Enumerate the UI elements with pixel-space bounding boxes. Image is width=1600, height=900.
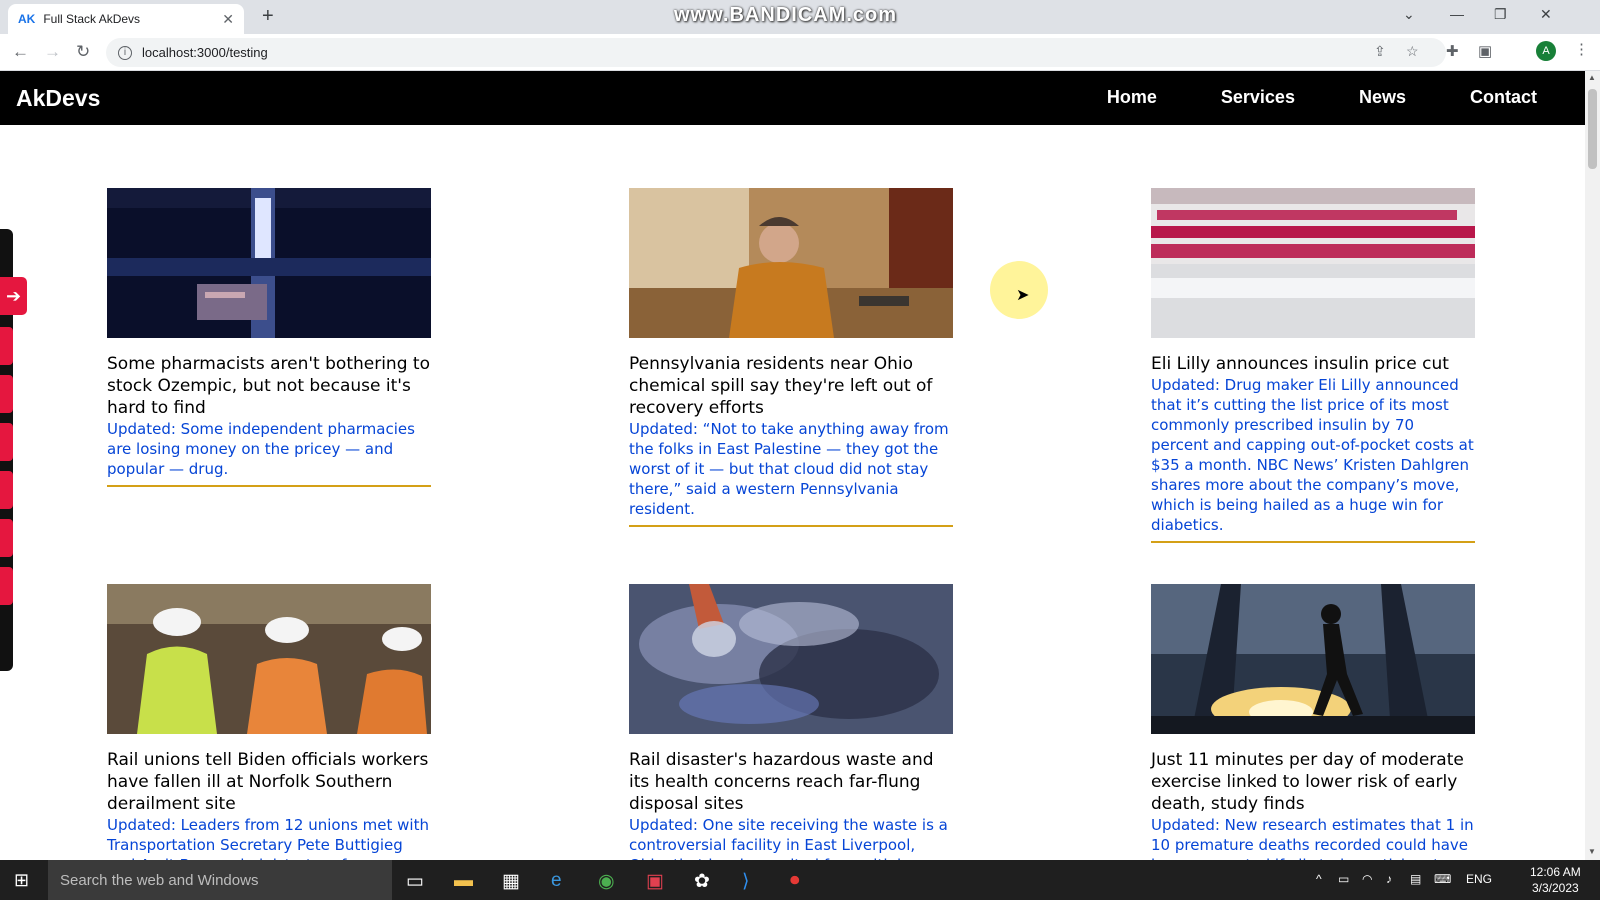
news-card[interactable]: Eli Lilly announces insulin price cut Up… (1151, 188, 1475, 543)
tab-search-icon[interactable]: ⌄ (1403, 6, 1415, 23)
sidebar-tab[interactable] (0, 327, 13, 365)
notification-icon[interactable]: ▤ (1410, 872, 1421, 886)
profile-avatar[interactable]: A (1536, 41, 1556, 61)
article-description[interactable]: Updated: Drug maker Eli Lilly announced … (1151, 375, 1475, 535)
article-title[interactable]: Pennsylvania residents near Ohio chemica… (629, 353, 953, 419)
main-nav: Home Services News Contact (1107, 87, 1537, 108)
site-info-icon[interactable]: i (118, 45, 132, 60)
minimize-icon[interactable]: — (1450, 6, 1464, 22)
close-window-icon[interactable]: ✕ (1540, 6, 1552, 23)
bookmark-star-icon[interactable]: ☆ (1406, 43, 1419, 60)
store-icon[interactable]: ▦ (502, 870, 520, 893)
back-icon[interactable]: ← (12, 42, 29, 62)
close-tab-icon[interactable]: ✕ (222, 11, 234, 28)
article-thumbnail (1151, 188, 1475, 338)
share-icon[interactable]: ⇪ (1374, 43, 1386, 60)
article-thumbnail (629, 584, 953, 734)
volume-icon[interactable]: ♪ (1386, 872, 1392, 886)
article-thumbnail (629, 188, 953, 338)
article-title[interactable]: Rail disaster's hazardous waste and its … (629, 749, 953, 815)
extensions-icon[interactable]: ✚ (1446, 42, 1459, 60)
sidebar-tab[interactable] (0, 567, 13, 605)
taskbar-clock[interactable]: 12:06 AM 3/3/2023 (1530, 864, 1581, 896)
article-description[interactable]: Updated: One site receiving the waste is… (629, 815, 953, 860)
browser-menu-icon[interactable]: ⋮ (1574, 40, 1589, 58)
side-panel-icon[interactable]: ▣ (1478, 42, 1492, 60)
article-thumbnail (1151, 584, 1475, 734)
article-title[interactable]: Some pharmacists aren't bothering to sto… (107, 353, 431, 419)
reload-icon[interactable]: ↻ (76, 42, 90, 62)
news-card[interactable]: Rail unions tell Biden officials workers… (107, 584, 431, 860)
news-card[interactable]: Just 11 minutes per day of moderate exer… (1151, 584, 1475, 860)
sidebar-tab[interactable] (0, 423, 13, 461)
nav-contact[interactable]: Contact (1470, 87, 1537, 108)
browser-tab-strip: AK Full Stack AkDevs ✕ + www.BANDICAM.co… (0, 0, 1600, 34)
scrollbar-thumb[interactable] (1588, 89, 1597, 169)
sidebar-tab[interactable] (0, 519, 13, 557)
article-description[interactable]: Updated: Some independent pharmacies are… (107, 419, 431, 479)
nav-services[interactable]: Services (1221, 87, 1295, 108)
nav-home[interactable]: Home (1107, 87, 1157, 108)
article-title[interactable]: Rail unions tell Biden officials workers… (107, 749, 431, 815)
photo-app-icon[interactable]: ▣ (646, 870, 664, 893)
vscode-icon[interactable]: ⟩ (742, 870, 749, 893)
page-scrollbar[interactable]: ▲ ▼ (1585, 71, 1600, 860)
windows-start-icon[interactable]: ⊞ (14, 870, 29, 891)
clock-time: 12:06 AM (1530, 865, 1581, 879)
sidebar-tab[interactable] (0, 471, 13, 509)
card-divider (629, 525, 953, 527)
restore-icon[interactable]: ❐ (1494, 6, 1507, 23)
scroll-up-icon[interactable]: ▲ (1588, 73, 1596, 82)
record-icon[interactable]: ⏺ (790, 870, 800, 892)
mouse-pointer-icon: ➤ (1016, 287, 1030, 304)
news-card[interactable]: Rail disaster's hazardous waste and its … (629, 584, 953, 860)
app-icon[interactable]: ✿ (694, 870, 710, 893)
chrome-icon[interactable]: ◉ (598, 870, 615, 893)
edge-browser-icon[interactable]: e (551, 870, 562, 892)
card-divider (107, 485, 431, 487)
battery-icon[interactable]: ▭ (1338, 872, 1349, 886)
news-card[interactable]: Pennsylvania residents near Ohio chemica… (629, 188, 953, 527)
card-divider (1151, 541, 1475, 543)
keyboard-icon[interactable]: ⌨ (1434, 872, 1451, 886)
article-thumbnail (107, 188, 431, 338)
taskbar-search-box[interactable]: Search the web and Windows (48, 860, 392, 900)
new-tab-icon[interactable]: + (262, 5, 274, 28)
sidebar-toggle-arrow-icon[interactable]: ➔ (0, 277, 27, 315)
article-title[interactable]: Just 11 minutes per day of moderate exer… (1151, 749, 1475, 815)
language-indicator[interactable]: ENG (1466, 872, 1492, 886)
article-description[interactable]: Updated: New research estimates that 1 i… (1151, 815, 1475, 860)
task-view-icon[interactable]: ▭ (406, 870, 424, 893)
wifi-icon[interactable]: ◠ (1362, 872, 1372, 886)
article-title[interactable]: Eli Lilly announces insulin price cut (1151, 353, 1475, 375)
site-favicon: AK (18, 12, 36, 26)
article-description[interactable]: Updated: Leaders from 12 unions met with… (107, 815, 431, 860)
article-description[interactable]: Updated: “Not to take anything away from… (629, 419, 953, 519)
windows-taskbar: ⊞ Search the web and Windows ▭ ▬ ▦ e ◉ ▣… (0, 860, 1600, 900)
sidebar-tab[interactable] (0, 375, 13, 413)
file-explorer-icon[interactable]: ▬ (454, 870, 473, 892)
recorder-watermark: www.BANDICAM.com (674, 4, 898, 26)
url-text: localhost:3000/testing (142, 45, 268, 60)
tray-expand-icon[interactable]: ^ (1316, 872, 1322, 886)
address-bar[interactable]: i localhost:3000/testing ⇪ ☆ (106, 38, 1446, 67)
site-header: AkDevs Home Services News Contact (0, 71, 1585, 125)
site-logo[interactable]: AkDevs (16, 85, 100, 112)
browser-toolbar: ← → ↻ i localhost:3000/testing ⇪ ☆ (0, 34, 1600, 71)
news-card[interactable]: Some pharmacists aren't bothering to sto… (107, 188, 431, 487)
article-thumbnail (107, 584, 431, 734)
browser-tab[interactable]: AK Full Stack AkDevs ✕ (8, 4, 244, 34)
clock-date: 3/3/2023 (1531, 881, 1579, 895)
nav-news[interactable]: News (1359, 87, 1406, 108)
scroll-down-icon[interactable]: ▼ (1588, 847, 1596, 856)
forward-icon[interactable]: → (44, 42, 61, 62)
tab-title: Full Stack AkDevs (43, 12, 141, 26)
page-viewport: AkDevs Home Services News Contact ➔ Some… (0, 71, 1585, 860)
